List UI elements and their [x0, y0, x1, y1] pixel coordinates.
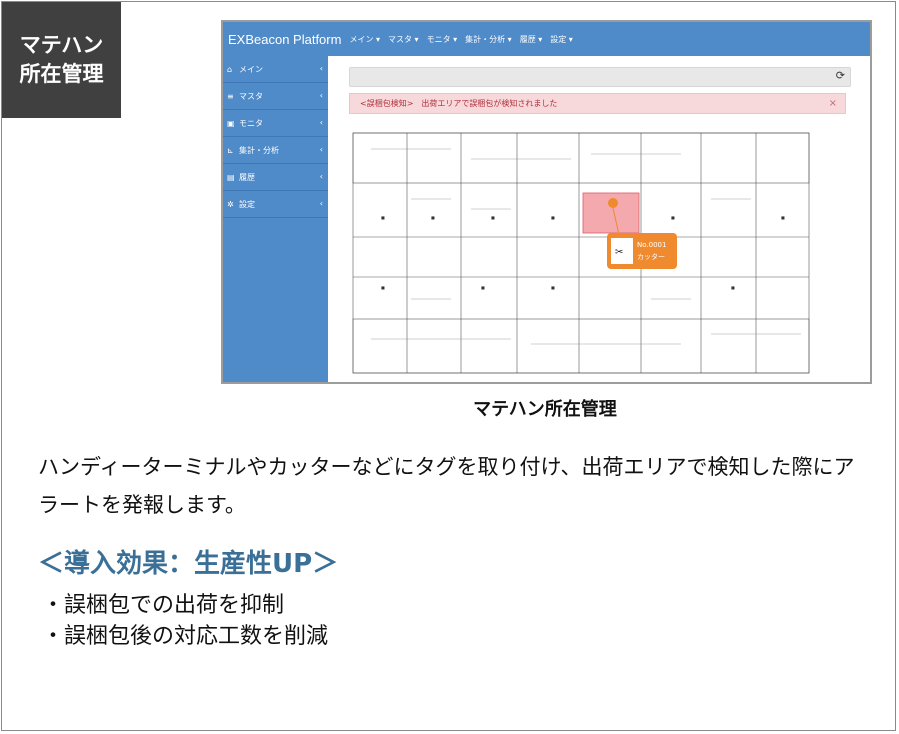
svg-text:■: ■	[381, 215, 385, 220]
topnav-settings[interactable]: 設定 ▾	[550, 34, 573, 45]
sidebar-item-label: 履歴	[239, 172, 255, 182]
svg-text:■: ■	[431, 215, 435, 220]
bullet-item: ・誤梱包後の対応工数を削減	[42, 624, 329, 649]
chart-icon: ⊾	[227, 145, 234, 155]
chevron-left-icon: ‹	[319, 91, 323, 100]
sidebar-item-label: マスタ	[239, 91, 263, 101]
topnav-master[interactable]: マスタ ▾	[388, 34, 419, 45]
app-screenshot: EXBeacon Platform メイン ▾ マスタ ▾ モニタ ▾ 集計・分…	[221, 20, 872, 384]
main-content: ⟳ <誤梱包検知> 出荷エリアで誤梱包が検知されました × ■ ■ ■ ■ ■ …	[328, 56, 870, 382]
chevron-left-icon: ‹	[319, 118, 323, 127]
sidebar-item-settings[interactable]: ✲ 設定 ‹	[223, 191, 328, 218]
svg-text:■: ■	[551, 285, 555, 290]
topnav-main[interactable]: メイン ▾	[349, 34, 380, 45]
sidebar-item-main[interactable]: ⌂ メイン ‹	[223, 56, 328, 83]
alert-banner: <誤梱包検知> 出荷エリアで誤梱包が検知されました ×	[349, 93, 846, 114]
svg-text:■: ■	[671, 215, 675, 220]
gear-icon: ✲	[227, 199, 234, 209]
app-brand[interactable]: EXBeacon Platform	[223, 32, 341, 47]
tag-id: No.0001	[637, 241, 666, 249]
search-bar[interactable]: ⟳	[349, 67, 851, 87]
top-nav: メイン ▾ マスタ ▾ モニタ ▾ 集計・分析 ▾ 履歴 ▾ 設定 ▾	[349, 34, 572, 45]
sidebar-item-monitor[interactable]: ▣ モニタ ‹	[223, 110, 328, 137]
sidebar-item-label: 集計・分析	[239, 145, 279, 155]
section-label-line1: マテハン	[19, 33, 104, 57]
topnav-history[interactable]: 履歴 ▾	[520, 34, 543, 45]
svg-text:■: ■	[731, 285, 735, 290]
sidebar-item-analysis[interactable]: ⊾ 集計・分析 ‹	[223, 137, 328, 164]
svg-text:■: ■	[781, 215, 785, 220]
refresh-icon[interactable]: ⟳	[836, 69, 845, 82]
monitor-icon: ▣	[227, 118, 235, 128]
sidebar: ⌂ メイン ‹ ≡ マスタ ‹ ▣ モニタ ‹ ⊾ 集計・分析 ‹ ▤ 履歴 ‹…	[223, 56, 328, 382]
chevron-left-icon: ‹	[319, 145, 323, 154]
chevron-left-icon: ‹	[319, 64, 323, 73]
svg-text:■: ■	[481, 285, 485, 290]
document-icon: ▤	[227, 172, 235, 182]
chevron-left-icon: ‹	[319, 172, 323, 181]
app-topbar: EXBeacon Platform メイン ▾ マスタ ▾ モニタ ▾ 集計・分…	[223, 22, 870, 56]
database-icon: ≡	[227, 91, 234, 101]
effect-heading: ＜導入効果：生産性UP＞	[38, 549, 339, 579]
topnav-monitor[interactable]: モニタ ▾	[427, 34, 458, 45]
bullet-item: ・誤梱包での出荷を抑制	[42, 593, 285, 618]
svg-text:■: ■	[551, 215, 555, 220]
sidebar-item-history[interactable]: ▤ 履歴 ‹	[223, 164, 328, 191]
home-icon: ⌂	[227, 64, 233, 74]
svg-text:■: ■	[381, 285, 385, 290]
sidebar-item-label: モニタ	[239, 118, 263, 128]
effect-bullets: ・誤梱包での出荷を抑制 ・誤梱包後の対応工数を削減	[42, 590, 328, 652]
screenshot-caption: マテハン所在管理	[473, 399, 617, 420]
close-icon[interactable]: ×	[829, 98, 837, 109]
alert-text: <誤梱包検知> 出荷エリアで誤梱包が検知されました	[360, 99, 558, 108]
sidebar-item-label: メイン	[239, 64, 263, 74]
svg-text:■: ■	[491, 215, 495, 220]
section-label-line2: 所在管理	[19, 62, 104, 86]
floor-map: ■ ■ ■ ■ ■ ■ ■ ■ ■ ■ ✂ No.0001 カッター	[351, 129, 811, 375]
section-label: マテハン 所在管理	[2, 2, 121, 118]
topnav-analysis[interactable]: 集計・分析 ▾	[465, 34, 512, 45]
sidebar-item-master[interactable]: ≡ マスタ ‹	[223, 83, 328, 110]
sidebar-item-label: 設定	[239, 199, 255, 209]
svg-text:✂: ✂	[615, 247, 623, 258]
chevron-left-icon: ‹	[319, 199, 323, 208]
tag-name: カッター	[637, 252, 665, 261]
description-text: ハンディーターミナルやカッターなどにタグを取り付け、出荷エリアで検知した際にアラ…	[38, 455, 855, 517]
